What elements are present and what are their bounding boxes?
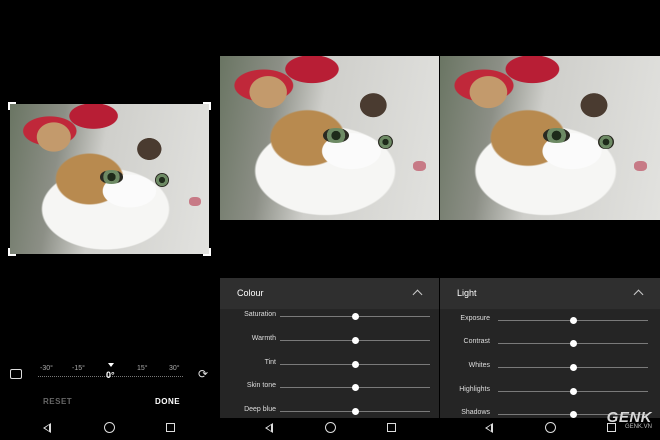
slider-contrast[interactable]: Contrast (440, 337, 660, 349)
sheet-title: Light (457, 288, 477, 298)
slider-track[interactable] (280, 408, 430, 415)
rotate-icon[interactable]: ⟳ (195, 366, 211, 382)
cat-eye (322, 128, 350, 143)
ruler-label: -15° (72, 365, 85, 372)
crop-screen: -30° -15° 0° 15° 30° ⟳ RESET DONE (0, 0, 219, 440)
cat-eye (598, 134, 614, 150)
cat-eye (543, 128, 570, 143)
slider-knob[interactable] (569, 340, 577, 347)
back-icon[interactable] (43, 423, 51, 433)
crop-handle-top-right[interactable] (203, 102, 211, 110)
crop-handle-bottom-right[interactable] (203, 248, 211, 256)
slider-label: Whites (468, 362, 490, 369)
slider-knob[interactable] (351, 361, 359, 368)
colour-screen: Colour Saturation Warmth Tint Skin tone … (220, 0, 439, 440)
recents-icon[interactable] (387, 423, 396, 432)
slider-label: Skin tone (246, 382, 276, 389)
cat-nose (633, 160, 647, 171)
nav-bar (0, 418, 219, 440)
home-icon[interactable] (104, 422, 115, 433)
cat-eye (99, 170, 124, 184)
recents-icon[interactable] (166, 423, 175, 432)
slider-saturation[interactable]: Saturation (220, 310, 439, 322)
slider-tint[interactable]: Tint (220, 358, 439, 370)
back-icon[interactable] (265, 423, 273, 433)
slider-track[interactable] (498, 317, 648, 324)
slider-track[interactable] (498, 388, 648, 395)
slider-warmth[interactable]: Warmth (220, 334, 439, 346)
slider-knob[interactable] (351, 337, 359, 344)
cat-photo (220, 56, 439, 220)
slider-label: Shadows (461, 409, 490, 416)
cat-eye (377, 134, 393, 150)
slider-highlights[interactable]: Highlights (440, 385, 660, 397)
slider-label: Saturation (244, 311, 276, 318)
slider-track[interactable] (280, 384, 430, 391)
home-icon[interactable] (325, 422, 336, 433)
ruler-indicator (108, 363, 114, 367)
chevron-up-icon[interactable] (633, 289, 644, 300)
light-screen: Light Exposure Contrast Whites Highlight… (440, 0, 660, 440)
genk-watermark: GENK GENK.VN (607, 409, 652, 430)
ruler-label: 30° (169, 365, 180, 372)
ruler-label: -30° (40, 365, 53, 372)
slider-knob[interactable] (569, 364, 577, 371)
slider-label: Deep blue (244, 406, 276, 413)
cat-nose (412, 160, 426, 171)
ruler-label: 0° (106, 370, 115, 380)
slider-track[interactable] (280, 337, 430, 344)
slider-exposure[interactable]: Exposure (440, 314, 660, 326)
slider-knob[interactable] (351, 384, 359, 391)
sheet-title: Colour (237, 288, 264, 298)
slider-deep-blue[interactable]: Deep blue (220, 405, 439, 417)
aspect-ratio-icon[interactable] (10, 369, 22, 379)
slider-track[interactable] (280, 361, 430, 368)
cat-nose (189, 197, 202, 206)
home-icon[interactable] (545, 422, 556, 433)
ruler-label: 15° (137, 365, 148, 372)
slider-label: Warmth (251, 335, 276, 342)
slider-knob[interactable] (351, 313, 359, 320)
slider-label: Tint (264, 359, 276, 366)
slider-knob[interactable] (569, 388, 577, 395)
slider-skin-tone[interactable]: Skin tone (220, 381, 439, 393)
slider-label: Contrast (463, 338, 490, 345)
slider-knob[interactable] (351, 408, 359, 415)
crop-handle-bottom-left[interactable] (8, 248, 16, 256)
slider-knob[interactable] (569, 411, 577, 418)
straighten-ruler[interactable]: -30° -15° 0° 15° 30° ⟳ (0, 362, 219, 386)
reset-button[interactable]: RESET (43, 397, 72, 406)
cat-photo (440, 56, 660, 220)
back-icon[interactable] (485, 423, 493, 433)
slider-track[interactable] (280, 313, 430, 320)
colour-sheet-header[interactable]: Colour (220, 278, 439, 310)
light-sheet-header[interactable]: Light (440, 278, 660, 310)
slider-whites[interactable]: Whites (440, 361, 660, 373)
slider-knob[interactable] (569, 317, 577, 324)
chevron-up-icon[interactable] (412, 289, 423, 300)
cat-eye (155, 173, 170, 187)
slider-track[interactable] (498, 364, 648, 371)
slider-label: Exposure (460, 315, 490, 322)
slider-label: Highlights (459, 386, 490, 393)
cat-photo[interactable] (10, 104, 209, 254)
colour-sheet: Colour Saturation Warmth Tint Skin tone … (220, 278, 439, 440)
crop-handle-top-left[interactable] (8, 102, 16, 110)
done-button[interactable]: DONE (155, 397, 180, 406)
nav-bar (220, 418, 439, 440)
slider-track[interactable] (498, 340, 648, 347)
